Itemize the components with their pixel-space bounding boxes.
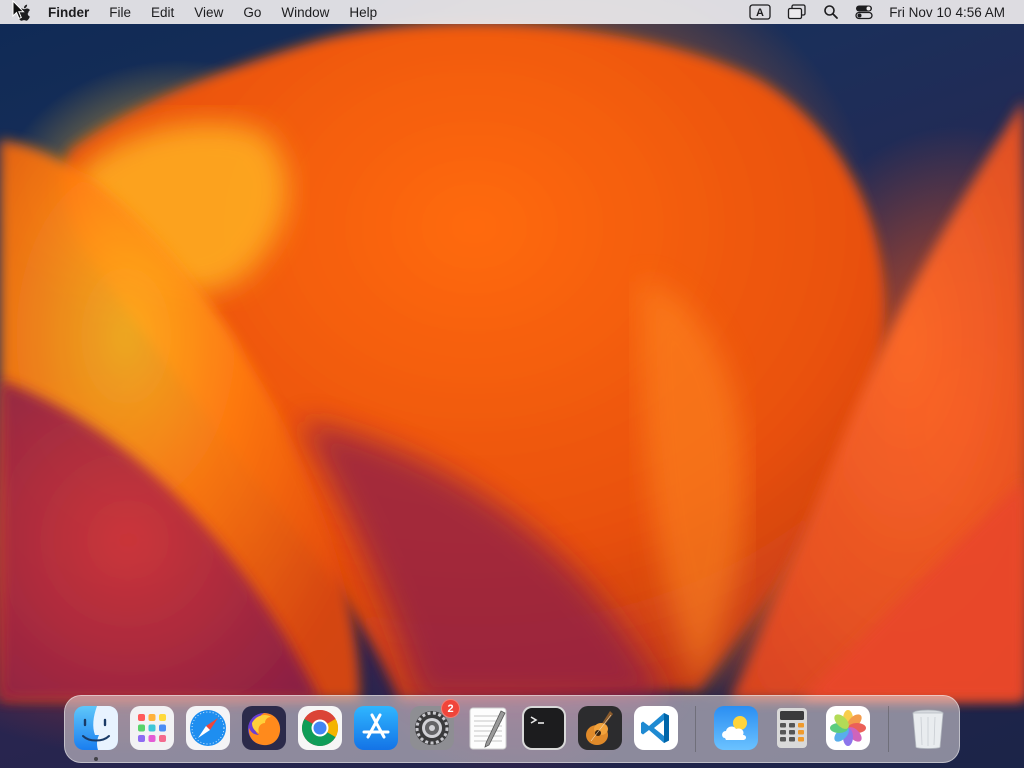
dock-separator xyxy=(888,706,889,752)
dock-finder-icon[interactable] xyxy=(73,705,119,751)
dock-safari-icon[interactable] xyxy=(185,705,231,751)
dock-vscode-icon[interactable] xyxy=(633,705,679,751)
clock-date: Fri Nov 10 xyxy=(889,4,952,20)
dock-launchpad-icon[interactable] xyxy=(129,705,175,751)
dock-calculator-icon[interactable] xyxy=(769,705,815,751)
dock-trash-icon[interactable] xyxy=(905,705,951,751)
menu-file[interactable]: File xyxy=(99,0,141,24)
dock-weather-icon[interactable] xyxy=(713,705,759,751)
spotlight-search-icon[interactable] xyxy=(823,0,839,24)
menu-bar: Finder File Edit View Go Window Help A F… xyxy=(0,0,1024,24)
finder-running-indicator xyxy=(94,757,98,761)
keyboard-input-icon[interactable]: A xyxy=(749,0,771,24)
menubar-clock[interactable]: Fri Nov 10 4:56 AM xyxy=(889,5,1005,20)
menu-app-finder[interactable]: Finder xyxy=(38,0,99,24)
dock: 2 xyxy=(64,695,960,763)
menu-go[interactable]: Go xyxy=(233,0,271,24)
system-settings-badge: 2 xyxy=(441,699,460,718)
input-source-label: A xyxy=(756,7,764,19)
clock-time: 4:56 AM xyxy=(955,4,1005,20)
dock-textedit-icon[interactable] xyxy=(465,705,511,751)
screen-mirroring-icon[interactable] xyxy=(787,0,807,24)
dock-firefox-icon[interactable] xyxy=(241,705,287,751)
dock-terminal-icon[interactable] xyxy=(521,705,567,751)
menu-view[interactable]: View xyxy=(184,0,233,24)
mouse-pointer-icon xyxy=(12,0,26,20)
dock-photos-icon[interactable] xyxy=(825,705,871,751)
menu-edit[interactable]: Edit xyxy=(141,0,184,24)
menu-help[interactable]: Help xyxy=(339,0,387,24)
dock-separator xyxy=(695,706,696,752)
dock-app-store-icon[interactable] xyxy=(353,705,399,751)
dock-chrome-icon[interactable] xyxy=(297,705,343,751)
control-center-icon[interactable] xyxy=(855,0,873,24)
dock-garageband-icon[interactable] xyxy=(577,705,623,751)
desktop-wallpaper xyxy=(0,0,1024,768)
menu-window[interactable]: Window xyxy=(271,0,339,24)
